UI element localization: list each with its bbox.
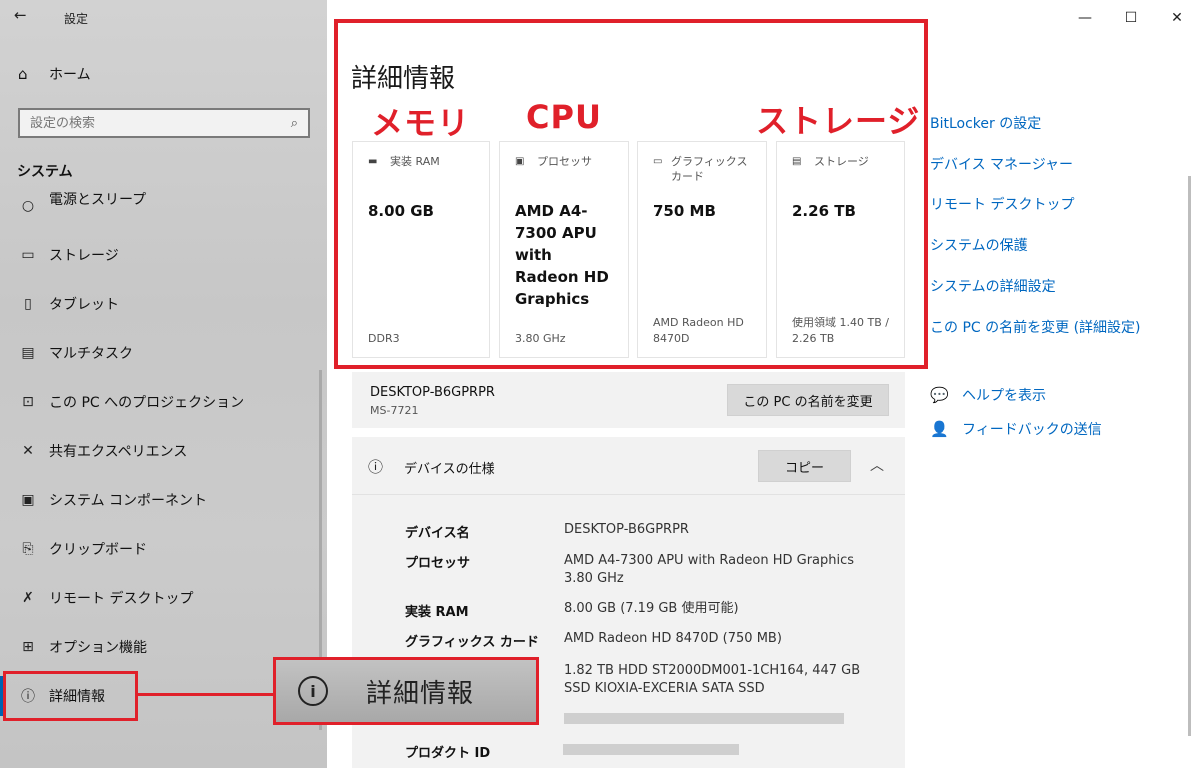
sidebar-item-label: システム コンポーネント <box>49 493 208 509</box>
spec-key: プロダクト ID <box>405 746 491 761</box>
callout-label: 詳細情報 <box>366 678 475 709</box>
clipboard-icon: ⎘ <box>22 541 34 557</box>
callout-about: i 詳細情報 <box>273 657 539 725</box>
link-rename-pc-advanced[interactable]: この PC の名前を変更 (詳細設定) <box>930 317 1141 337</box>
pc-name-row: DESKTOP-B6GPRPR MS-7721 この PC の名前を変更 <box>352 372 905 428</box>
section-title: システム <box>17 164 73 180</box>
highlight-box-specs <box>334 19 928 369</box>
spec-value: DESKTOP-B6GPRPR <box>564 522 689 537</box>
optional-features-icon: ⊞ <box>22 639 34 655</box>
maximize-icon[interactable]: ☐ <box>1108 0 1154 36</box>
sidebar-item-system-components[interactable]: ▣ システム コンポーネント <box>0 480 327 520</box>
main-scrollbar[interactable] <box>1188 176 1191 736</box>
sidebar-item-tablet[interactable]: ▯ タブレット <box>0 284 327 324</box>
pc-model: MS-7721 <box>370 404 419 417</box>
shared-experience-icon: ✕ <box>22 443 34 459</box>
system-components-icon: ▣ <box>21 492 35 508</box>
sidebar-item-label: ストレージ <box>49 248 119 264</box>
storage-icon: ▭ <box>21 247 35 263</box>
chevron-up-icon[interactable]: ︿ <box>870 455 884 475</box>
back-arrow-icon[interactable]: ← <box>14 6 27 24</box>
remote-desktop-icon: ✗ <box>22 590 34 606</box>
sidebar-item-label: リモート デスクトップ <box>49 591 194 607</box>
minimize-icon[interactable]: — <box>1062 0 1108 36</box>
spec-value: 1.82 TB HDD ST2000DM001-1CH164, 447 GB S… <box>564 663 861 696</box>
link-advanced-system-settings[interactable]: システムの詳細設定 <box>930 276 1056 296</box>
spec-value: AMD A4-7300 APU with Radeon HD Graphics … <box>564 553 855 586</box>
sidebar-item-projection[interactable]: ⊡ この PC へのプロジェクション <box>0 382 327 422</box>
tablet-icon: ▯ <box>24 296 32 312</box>
sidebar-item-label: クリップボード <box>49 542 147 558</box>
redacted-bar <box>563 744 739 755</box>
close-icon[interactable]: ✕ <box>1154 0 1200 36</box>
window-controls: — ☐ ✕ <box>1062 0 1200 36</box>
feedback-label: フィードバックの送信 <box>962 422 1102 438</box>
device-spec-header[interactable]: ⓘ デバイスの仕様 コピー ︿ <box>352 437 905 495</box>
callout-connector <box>138 693 273 696</box>
sidebar-item-label: マルチタスク <box>49 346 133 362</box>
link-system-protection[interactable]: システムの保護 <box>930 235 1028 255</box>
sidebar-item-shared-experience[interactable]: ✕ 共有エクスペリエンス <box>0 431 327 471</box>
home-link[interactable]: ⌂ ホーム <box>18 64 91 84</box>
help-link[interactable]: 💬 ヘルプを表示 <box>930 385 1046 405</box>
sidebar-item-storage[interactable]: ▭ ストレージ <box>0 235 327 275</box>
highlight-box-nav <box>3 671 138 721</box>
redacted-bar <box>564 713 844 724</box>
projection-icon: ⊡ <box>22 394 34 410</box>
home-label: ホーム <box>49 67 91 83</box>
info-icon: i <box>298 676 328 706</box>
spec-value: 8.00 GB (7.19 GB 使用可能) <box>564 601 739 616</box>
spec-key: プロセッサ <box>405 556 471 571</box>
home-icon: ⌂ <box>18 65 28 83</box>
multitask-icon: ▤ <box>21 345 35 361</box>
sidebar: ← 設定 ⌂ ホーム ⌕ システム ○ 電源とスリープ ▭ ストレージ ▯ タブ… <box>0 0 327 768</box>
sidebar-item-label: 共有エクスペリエンス <box>49 444 188 460</box>
sidebar-item-label: 電源とスリープ <box>49 192 147 208</box>
help-label: ヘルプを表示 <box>962 388 1046 404</box>
sidebar-item-clipboard[interactable]: ⎘ クリップボード <box>0 529 327 569</box>
sidebar-item-label: この PC へのプロジェクション <box>49 395 245 411</box>
app-title: 設定 <box>64 12 89 26</box>
pc-name: DESKTOP-B6GPRPR <box>370 385 495 400</box>
feedback-icon: 👤 <box>930 420 949 438</box>
link-bitlocker[interactable]: BitLocker の設定 <box>930 113 1041 133</box>
link-device-manager[interactable]: デバイス マネージャー <box>930 154 1073 174</box>
power-icon: ○ <box>21 198 35 214</box>
spec-key: 実装 RAM <box>405 605 469 620</box>
spec-key: グラフィックス カード <box>405 635 539 650</box>
sidebar-item-label: オプション機能 <box>49 640 147 656</box>
feedback-link[interactable]: 👤 フィードバックの送信 <box>930 419 1102 439</box>
spec-key: デバイス名 <box>405 526 470 541</box>
sidebar-item-label: タブレット <box>49 297 119 313</box>
search-icon[interactable]: ⌕ <box>291 116 298 131</box>
help-icon: 💬 <box>930 386 949 404</box>
search-input[interactable] <box>30 115 291 131</box>
sidebar-item-remote-desktop[interactable]: ✗ リモート デスクトップ <box>0 578 327 618</box>
spec-value: AMD Radeon HD 8470D (750 MB) <box>564 631 782 646</box>
device-spec-title: デバイスの仕様 <box>404 462 495 477</box>
info-icon: ⓘ <box>368 458 384 476</box>
settings-search-box[interactable]: ⌕ <box>18 108 310 138</box>
link-remote-desktop[interactable]: リモート デスクトップ <box>930 194 1074 214</box>
copy-button[interactable]: コピー <box>758 450 851 482</box>
sidebar-item-power[interactable]: ○ 電源とスリープ <box>0 188 327 224</box>
rename-pc-button[interactable]: この PC の名前を変更 <box>727 384 889 416</box>
titlebar-left: ← 設定 <box>0 0 327 36</box>
sidebar-item-multitask[interactable]: ▤ マルチタスク <box>0 333 327 373</box>
